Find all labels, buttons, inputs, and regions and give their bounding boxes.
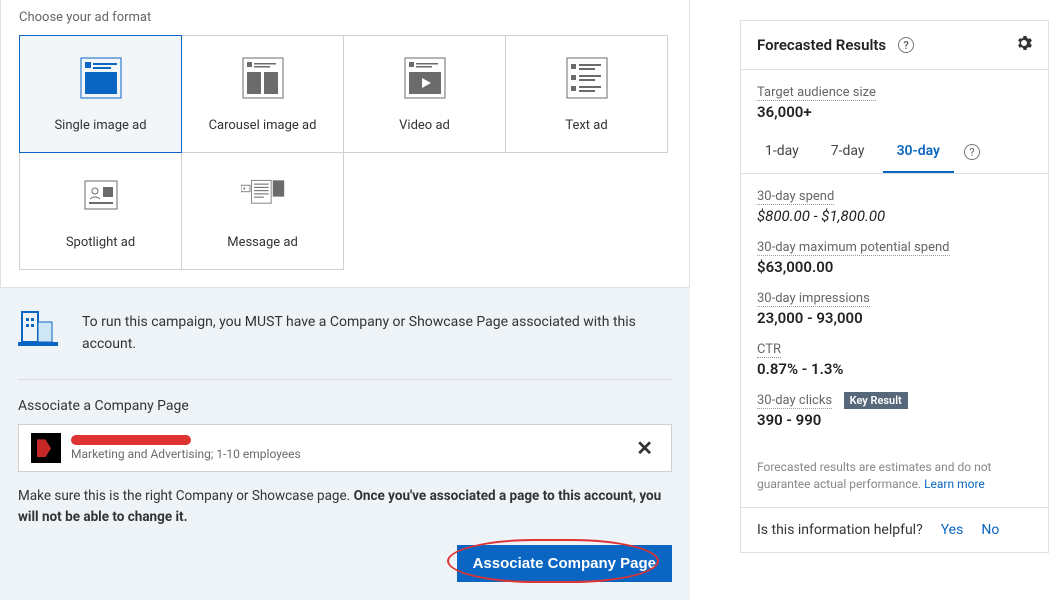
helpful-no[interactable]: No — [981, 522, 999, 538]
format-card-message[interactable]: Message ad — [181, 152, 344, 270]
key-result-badge: Key Result — [844, 392, 908, 409]
ad-format-label: Choose your ad format — [19, 10, 671, 25]
metric-value: 390 - 990 — [757, 411, 1032, 429]
metric-label: 30-day maximum potential spend — [757, 240, 950, 256]
associate-company-page-button[interactable]: Associate Company Page — [457, 545, 672, 582]
confirm-text: Make sure this is the right Company or S… — [18, 486, 672, 527]
helpful-question: Is this information helpful? — [757, 522, 923, 538]
format-label: Message ad — [227, 235, 298, 250]
helpful-row: Is this information helpful? Yes No — [741, 507, 1048, 552]
gear-icon[interactable] — [1016, 35, 1032, 55]
tab-30-day[interactable]: 30-day — [883, 131, 954, 173]
forecast-tabs: 1-day 7-day 30-day ? — [741, 131, 1048, 174]
tab-1-day[interactable]: 1-day — [751, 131, 813, 173]
company-subtitle: Marketing and Advertising; 1-10 employee… — [71, 447, 620, 461]
building-icon — [18, 308, 64, 354]
format-label: Single image ad — [54, 118, 146, 133]
button-label: Associate Company Page — [473, 555, 656, 572]
format-card-text[interactable]: Text ad — [505, 35, 668, 153]
message-icon — [241, 173, 285, 217]
forecast-title-text: Forecasted Results — [757, 36, 886, 54]
format-card-single-image[interactable]: Single image ad — [19, 35, 182, 153]
metric-value: 0.87% - 1.3% — [757, 360, 1032, 378]
format-card-spotlight[interactable]: Spotlight ad — [19, 152, 182, 270]
format-label: Carousel image ad — [209, 118, 317, 133]
helpful-yes[interactable]: Yes — [941, 522, 964, 538]
company-page-notice: To run this campaign, you MUST have a Co… — [0, 288, 690, 600]
associate-label: Associate a Company Page — [18, 398, 672, 414]
audience-value: 36,000+ — [757, 103, 1032, 121]
company-name-redacted — [71, 435, 191, 445]
confirm-prefix: Make sure this is the right Company or S… — [18, 488, 354, 504]
single-image-icon — [79, 56, 123, 100]
format-label: Video ad — [399, 118, 450, 133]
metric-label: CTR — [757, 342, 781, 358]
help-icon[interactable]: ? — [964, 144, 980, 160]
metric-label: 30-day clicks — [757, 393, 832, 409]
notice-text: To run this campaign, you MUST have a Co… — [82, 308, 672, 355]
format-label: Spotlight ad — [66, 235, 135, 250]
format-card-video[interactable]: Video ad — [343, 35, 506, 153]
carousel-icon — [241, 56, 285, 100]
company-logo — [31, 433, 61, 463]
forecast-title: Forecasted Results ? — [757, 36, 914, 54]
learn-more-link[interactable]: Learn more — [924, 477, 985, 491]
metric-value: $800.00 - $1,800.00 — [757, 207, 1032, 225]
forecast-disclaimer: Forecasted results are estimates and do … — [741, 453, 1048, 507]
ad-format-section: Choose your ad format Single image ad — [0, 0, 690, 288]
metric-value: $63,000.00 — [757, 258, 1032, 276]
metric-label: 30-day impressions — [757, 291, 870, 307]
audience-label: Target audience size — [757, 85, 876, 101]
ad-format-grid: Single image ad Carousel image ad — [19, 35, 671, 269]
text-ad-icon — [565, 56, 609, 100]
company-page-selector[interactable]: Marketing and Advertising; 1-10 employee… — [18, 424, 672, 472]
help-icon[interactable]: ? — [898, 37, 914, 53]
clear-company-icon[interactable]: ✕ — [630, 436, 659, 460]
divider — [18, 379, 672, 380]
video-icon — [403, 56, 447, 100]
metric-value: 23,000 - 93,000 — [757, 309, 1032, 327]
format-card-carousel[interactable]: Carousel image ad — [181, 35, 344, 153]
format-label: Text ad — [565, 118, 607, 133]
metric-label: 30-day spend — [757, 189, 834, 205]
spotlight-icon — [79, 173, 123, 217]
tab-7-day[interactable]: 7-day — [817, 131, 879, 173]
forecasted-results-card: Forecasted Results ? Target audience siz… — [740, 20, 1049, 553]
